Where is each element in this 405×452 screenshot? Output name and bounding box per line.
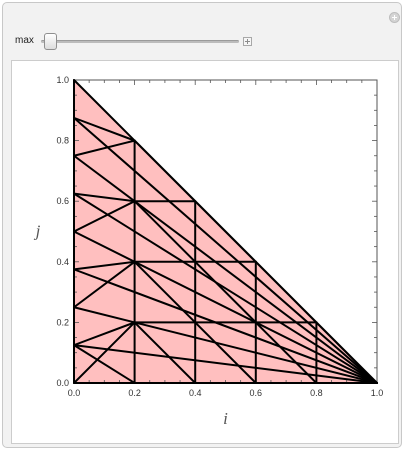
x-tick-label: 0.2 xyxy=(128,388,141,398)
max-slider-thumb[interactable] xyxy=(44,33,57,50)
x-tick-label: 0.6 xyxy=(250,388,263,398)
x-tick-label: 0.4 xyxy=(189,388,202,398)
y-tick-label: 1.0 xyxy=(56,75,69,85)
slider-label: max xyxy=(15,35,34,46)
y-tick-label: 0.4 xyxy=(56,257,69,267)
triangle-mesh-plot: 0.0 0.2 0.4 0.6 0.8 1.0 0.0 0.2 0.4 0.6 0.8 1.0 i j xyxy=(34,75,384,428)
reset-icon[interactable] xyxy=(389,12,400,23)
y-tick-label: 0.2 xyxy=(56,317,69,327)
x-axis-label: i xyxy=(223,409,228,428)
plot-frame: 0.0 0.2 0.4 0.6 0.8 1.0 0.0 0.2 0.4 0.6 0.8 1.0 i j xyxy=(11,60,399,444)
x-tick-label: 0.0 xyxy=(68,388,81,398)
y-tick-label: 0.6 xyxy=(56,196,69,206)
y-tick-label: 0.0 xyxy=(56,378,69,388)
plus-icon[interactable] xyxy=(243,37,252,46)
x-tick-label: 0.8 xyxy=(310,388,323,398)
x-tick-label: 1.0 xyxy=(371,388,384,398)
y-tick-label: 0.8 xyxy=(56,136,69,146)
y-axis-label: j xyxy=(34,222,41,241)
manipulate-panel: max 0.0 0.2 0.4 0.6 0.8 1.0 0.0 0.2 0.4 0.6 0.8 1.0… xyxy=(2,2,402,448)
max-slider-track[interactable] xyxy=(41,40,239,43)
